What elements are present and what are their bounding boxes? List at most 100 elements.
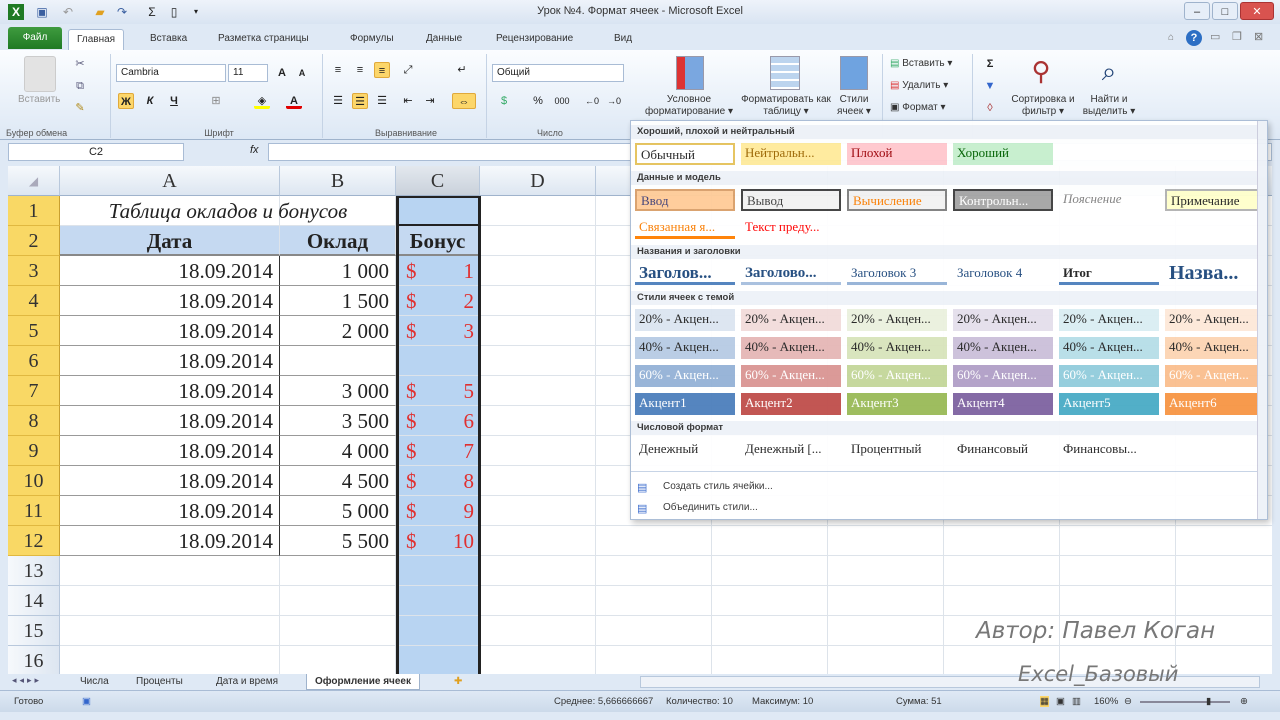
bonus-cell[interactable]: 5 [420,376,480,406]
insert-function-button[interactable]: fx [250,144,259,156]
cell-style-option[interactable]: Ввод [635,189,735,211]
date-cell[interactable]: 18.09.2014 [60,256,280,286]
cell[interactable] [828,526,944,556]
paste-icon[interactable] [24,56,56,92]
cell-style-option[interactable]: 60% - Акцен... [953,365,1053,387]
row-header[interactable]: 11 [8,496,60,526]
fill-color-icon[interactable]: ◈ [254,93,270,109]
minimize-window-icon[interactable]: ▭ [1210,30,1220,43]
find-select-icon[interactable]: ⌕ [1094,56,1124,88]
bold-button[interactable]: Ж [118,93,134,109]
sort-filter-icon[interactable]: ⚲ [1026,56,1056,88]
cell-style-option[interactable]: 40% - Акцен... [847,337,947,359]
column-header-a[interactable]: A [60,166,280,196]
cell-style-option[interactable]: 20% - Акцен... [741,309,841,331]
italic-button[interactable]: К [142,93,158,109]
cell[interactable] [712,646,828,674]
row-header[interactable]: 15 [8,616,60,646]
cell[interactable] [396,556,480,586]
macro-record-icon[interactable]: ▣ [82,696,91,707]
cell[interactable] [480,646,596,674]
cell-style-option[interactable]: Заголово... [741,263,841,285]
date-cell[interactable]: 18.09.2014 [60,376,280,406]
cell-style-option[interactable]: 60% - Акцен... [1165,365,1265,387]
cell[interactable] [944,586,1060,616]
salary-cell[interactable]: 2 000 [280,316,396,346]
salary-cell[interactable]: 1 000 [280,256,396,286]
bonus-cell[interactable]: 1 [420,256,480,286]
cell[interactable] [712,526,828,556]
cell-style-option[interactable]: Финансовый [953,439,1053,461]
align-bottom-icon[interactable]: ≡ [374,62,390,78]
sheet-tab-percents[interactable]: Проценты [128,674,191,690]
delete-cells-button[interactable]: ▤ Удалить ▾ [890,80,948,91]
file-tab[interactable]: Файл [8,27,62,49]
select-all-corner[interactable]: ◢ [8,166,60,196]
cell-style-option[interactable]: Процентный [847,439,947,461]
copy-icon[interactable]: ⧉ [72,78,88,94]
cell[interactable] [1060,586,1176,616]
cell[interactable] [480,376,596,406]
date-cell[interactable]: 18.09.2014 [60,316,280,346]
cell[interactable] [480,436,596,466]
cell[interactable] [828,646,944,674]
normal-view-icon[interactable]: ▦ [1040,696,1049,707]
font-name-select[interactable]: Cambria [116,64,226,82]
cell[interactable] [828,616,944,646]
cell-style-option[interactable]: 40% - Акцен... [953,337,1053,359]
zoom-level[interactable]: 160% [1094,696,1118,707]
cell[interactable] [944,556,1060,586]
format-as-table-button[interactable]: Форматировать как таблицу ▾ [740,94,832,118]
column-header-d[interactable]: D [480,166,596,196]
cell-style-option[interactable]: Связанная я... [635,217,735,239]
date-cell[interactable]: 18.09.2014 [60,466,280,496]
bonus-cell[interactable]: 8 [420,466,480,496]
cell[interactable] [280,646,396,674]
salary-cell[interactable]: 1 500 [280,286,396,316]
cell-style-option[interactable]: Денежный [... [741,439,841,461]
tab-formulas[interactable]: Формулы [342,29,402,50]
row-header[interactable]: 7 [8,376,60,406]
cell[interactable] [280,556,396,586]
salary-cell[interactable]: 4 000 [280,436,396,466]
cell-style-option[interactable]: Вычисление [847,189,947,211]
cell-style-option[interactable]: 60% - Акцен... [635,365,735,387]
cell[interactable] [712,556,828,586]
bonus-cell[interactable]: 6 [420,406,480,436]
bonus-cell[interactable]: 3 [420,316,480,346]
date-cell[interactable]: 18.09.2014 [60,286,280,316]
maximize-button[interactable]: □ [1212,2,1238,20]
date-cell[interactable]: 18.09.2014 [60,436,280,466]
insert-sheet-icon[interactable]: ✚ [446,674,470,690]
cell[interactable] [1176,586,1272,616]
percent-button[interactable]: % [530,93,546,109]
row-header[interactable]: 8 [8,406,60,436]
cell[interactable] [828,586,944,616]
tab-home[interactable]: Главная [68,29,125,50]
salary-cell[interactable]: 3 500 [280,406,396,436]
align-left-icon[interactable]: ☰ [330,93,346,109]
cell[interactable] [60,556,280,586]
cell-style-option[interactable]: Заголовок 3 [847,263,947,285]
insert-cells-button[interactable]: ▤ Вставить ▾ [890,58,952,69]
cell[interactable] [480,316,596,346]
cell[interactable] [480,556,596,586]
cell[interactable] [480,406,596,436]
salary-cell[interactable]: 5 000 [280,496,396,526]
new-cell-style-menu-item[interactable]: Создать стиль ячейки... [631,481,773,492]
cell[interactable] [480,466,596,496]
borders-icon[interactable]: ⊞ [208,93,224,109]
cell[interactable] [396,616,480,646]
zoom-slider[interactable] [1140,701,1230,703]
cell-style-option[interactable]: Акцент6 [1165,393,1265,415]
underline-button[interactable]: Ч [166,93,182,109]
cell[interactable] [1176,526,1272,556]
cell[interactable] [1176,556,1272,586]
help-icon[interactable]: ? [1186,30,1202,46]
sheet-tab-cell-format[interactable]: Оформление ячеек [306,674,420,690]
cell[interactable] [596,646,712,674]
cell[interactable] [828,556,944,586]
cell-style-option[interactable]: Хороший [953,143,1053,165]
selected-cell-c1[interactable] [396,196,480,226]
find-select-button[interactable]: Найти и выделить ▾ [1078,94,1140,118]
